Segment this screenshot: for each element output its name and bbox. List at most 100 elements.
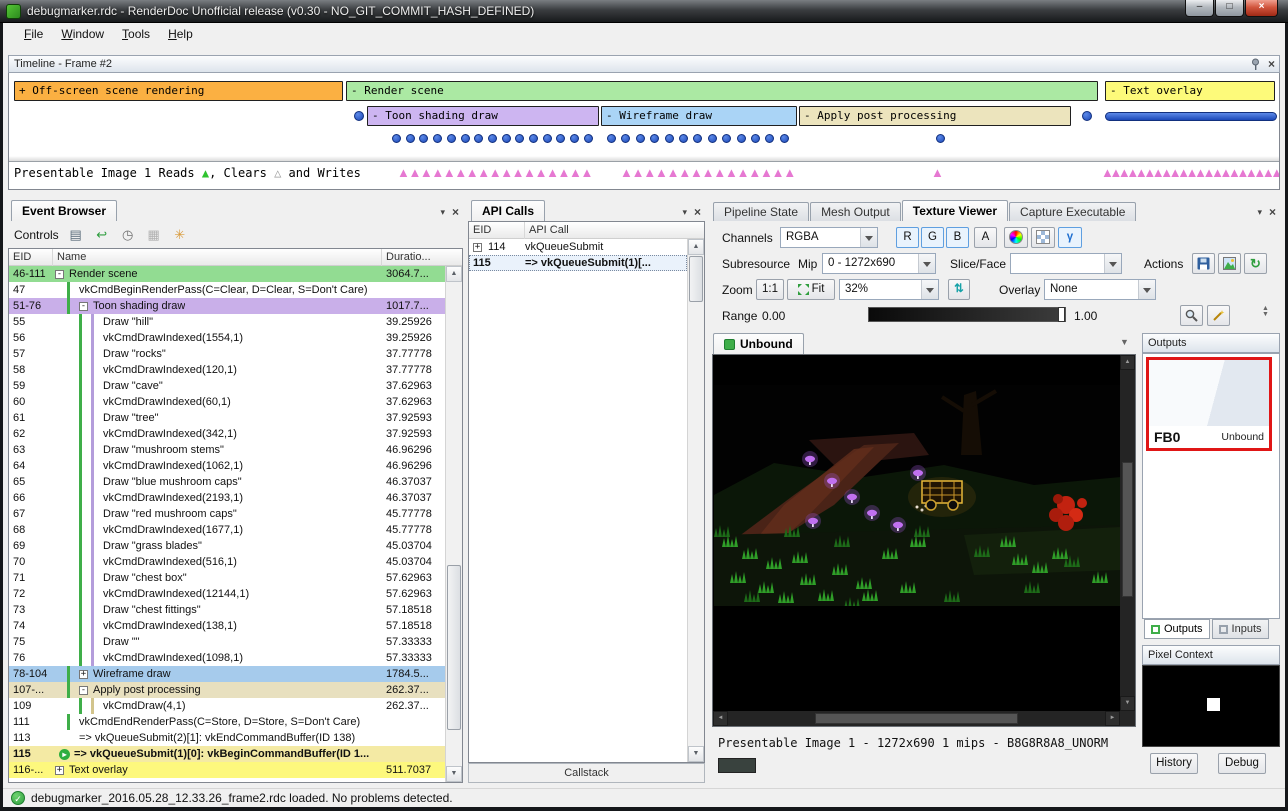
timeline-event-dot[interactable]: [765, 134, 774, 143]
event-row[interactable]: 65Draw "blue mushroom caps"46.37037: [9, 474, 445, 490]
statistics-icon[interactable]: ▦: [144, 225, 164, 245]
scroll-down-icon[interactable]: ▼: [688, 746, 704, 762]
column-eid[interactable]: EID: [9, 249, 53, 266]
event-row[interactable]: 115▸=> vkQueueSubmit(1)[0]: vkBeginComma…: [9, 746, 445, 762]
scrollbar-thumb[interactable]: [1122, 462, 1133, 597]
goto-eid-icon[interactable]: ↩: [92, 225, 112, 245]
event-browser-close-icon[interactable]: ×: [452, 206, 459, 219]
menu-help[interactable]: Help: [159, 25, 202, 43]
api-call-row[interactable]: 115=> vkQueueSubmit(1)[...: [469, 255, 687, 271]
tab-unbound-texture[interactable]: Unbound: [713, 333, 804, 354]
expand-icon[interactable]: +: [55, 766, 64, 775]
event-row[interactable]: 109vkCmdDraw(4,1)262.37...: [9, 698, 445, 714]
time-draws-icon[interactable]: ◷: [118, 225, 138, 245]
column-name[interactable]: Name: [53, 249, 382, 266]
timeline-event-dot[interactable]: [406, 134, 415, 143]
menu-window[interactable]: Window: [52, 25, 113, 43]
collapse-icon[interactable]: -: [55, 270, 64, 279]
texture-tab-menu-icon[interactable]: ▼: [1120, 339, 1129, 345]
event-row[interactable]: 47vkCmdBeginRenderPass(C=Clear, D=Clear,…: [9, 282, 445, 298]
green-channel-button[interactable]: G: [921, 227, 944, 248]
event-row[interactable]: 116-...+Text overlay511.7037: [9, 762, 445, 778]
tab-api-calls[interactable]: API Calls: [471, 200, 545, 221]
maximize-button[interactable]: □: [1215, 0, 1244, 17]
timeline-event-dot[interactable]: [354, 111, 364, 121]
timeline-marker-bar[interactable]: - Apply post processing: [799, 106, 1071, 126]
event-row[interactable]: 66vkCmdDrawIndexed(2193,1)46.37037: [9, 490, 445, 506]
timeline-event-dot[interactable]: [529, 134, 538, 143]
panel-menu-icon[interactable]: ▾: [682, 207, 687, 218]
blue-channel-button[interactable]: B: [946, 227, 969, 248]
timeline-event-dot[interactable]: [679, 134, 688, 143]
pixel-context-header[interactable]: Pixel Context: [1142, 645, 1280, 665]
timeline-event-dot[interactable]: [474, 134, 483, 143]
pixel-context-view[interactable]: [1142, 665, 1280, 747]
event-row[interactable]: 55Draw "hill"39.25926: [9, 314, 445, 330]
callstack-bar[interactable]: Callstack: [468, 763, 705, 783]
alpha-channel-button[interactable]: A: [974, 227, 997, 248]
refresh-button[interactable]: ↻: [1244, 253, 1267, 274]
menu-file[interactable]: File: [15, 25, 52, 43]
tab-event-browser[interactable]: Event Browser: [11, 200, 117, 221]
timeline-event-dot[interactable]: [392, 134, 401, 143]
mip-combo[interactable]: 0 - 1272x690: [822, 253, 936, 274]
zoom-combo[interactable]: 32%: [839, 279, 939, 300]
scroll-up-icon[interactable]: ▲: [688, 239, 704, 255]
event-row[interactable]: 72vkCmdDrawIndexed(12144,1)57.62963: [9, 586, 445, 602]
event-row[interactable]: 76vkCmdDrawIndexed(1098,1)57.33333: [9, 650, 445, 666]
timeline-event-dot[interactable]: [461, 134, 470, 143]
timeline-event-dot[interactable]: [502, 134, 511, 143]
slice-face-combo[interactable]: [1010, 253, 1122, 274]
title-bar[interactable]: debugmarker.rdc - RenderDoc Unofficial r…: [0, 0, 1288, 23]
timeline-canvas[interactable]: Presentable Image 1 Reads ▲, Clears △ an…: [8, 73, 1280, 190]
timeline-event-dot[interactable]: [936, 134, 945, 143]
timeline-event-dot[interactable]: [636, 134, 645, 143]
texture-vertical-scrollbar[interactable]: ▲ ▼: [1120, 355, 1135, 711]
checkerboard-background-button[interactable]: [1031, 227, 1055, 248]
event-row[interactable]: 46-111-Render scene3064.7...: [9, 266, 445, 282]
event-row[interactable]: 113=> vkQue​ueSubmit(2)[1]: vkEndCommand…: [9, 730, 445, 746]
api-call-row[interactable]: +114vkQueueSubmit: [469, 239, 687, 255]
scrollbar-thumb[interactable]: [447, 565, 461, 730]
tab-pipeline-state[interactable]: Pipeline State: [713, 202, 809, 221]
timeline-event-dot[interactable]: [621, 134, 630, 143]
texture-horizontal-scrollbar[interactable]: ◄ ►: [713, 711, 1120, 726]
event-row[interactable]: 70vkCmdDrawIndexed(516,1)45.03704: [9, 554, 445, 570]
zoom-fit-button[interactable]: Fit: [787, 279, 835, 300]
event-row[interactable]: 51-76-Toon shading draw1017.7...: [9, 298, 445, 314]
scroll-right-icon[interactable]: ►: [1105, 711, 1120, 726]
timeline-event-dot[interactable]: [433, 134, 442, 143]
event-row[interactable]: 68vkCmdDrawIndexed(1677,1)45.77778: [9, 522, 445, 538]
api-calls-close-icon[interactable]: ×: [694, 206, 701, 219]
tab-capture-executable[interactable]: Capture Executable: [1009, 202, 1136, 221]
red-channel-button[interactable]: R: [896, 227, 919, 248]
close-button[interactable]: ×: [1245, 0, 1278, 17]
pixel-history-button[interactable]: History: [1150, 753, 1198, 774]
timeline-event-dot[interactable]: [722, 134, 731, 143]
column-api-call[interactable]: API Call: [525, 222, 704, 239]
panel-menu-icon[interactable]: ▾: [440, 207, 445, 218]
collapse-icon[interactable]: -: [79, 302, 88, 311]
timeline-event-dot[interactable]: [570, 134, 579, 143]
column-duration[interactable]: Duratio...: [382, 249, 462, 266]
event-row[interactable]: 60vkCmdDrawIndexed(60,1)37.62963: [9, 394, 445, 410]
scroll-up-icon[interactable]: ▲: [1120, 355, 1135, 370]
event-row[interactable]: 107-...-Apply post processing262.37...: [9, 682, 445, 698]
pixel-debug-button[interactable]: Debug: [1218, 753, 1266, 774]
range-slider[interactable]: [868, 307, 1066, 322]
event-row[interactable]: 67Draw "red mushroom caps"45.77778: [9, 506, 445, 522]
event-row[interactable]: 75Draw ""57.33333: [9, 634, 445, 650]
timeline-event-dot[interactable]: [665, 134, 674, 143]
overlay-combo[interactable]: None: [1044, 279, 1156, 300]
timeline-marker-bar[interactable]: - Toon shading draw: [367, 106, 599, 126]
event-row[interactable]: 59Draw "cave"37.62963: [9, 378, 445, 394]
timeline-marker-bar[interactable]: - Render scene: [346, 81, 1098, 101]
timeline-marker-bar[interactable]: + Off-screen scene rendering: [14, 81, 343, 101]
output-fb0-thumbnail[interactable]: FB0 Unbound: [1146, 357, 1272, 451]
event-row[interactable]: 62vkCmdDrawIndexed(342,1)37.92593: [9, 426, 445, 442]
timeline-event-dot[interactable]: [447, 134, 456, 143]
collapse-icon[interactable]: -: [79, 686, 88, 695]
event-row[interactable]: 57Draw "rocks"37.77778: [9, 346, 445, 362]
event-row[interactable]: 73Draw "chest fittings"57.18518: [9, 602, 445, 618]
channels-combo[interactable]: RGBA: [780, 227, 878, 248]
